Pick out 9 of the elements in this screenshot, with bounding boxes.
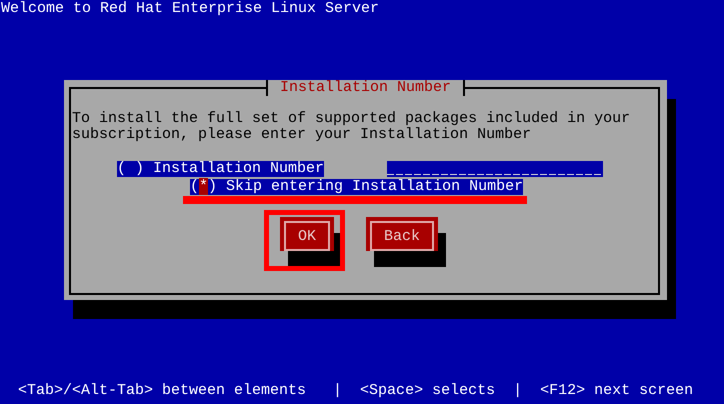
dialog-title: Installation Number: [266, 80, 466, 96]
radio-option[interactable]: ( ) Installation Number: [117, 161, 324, 177]
radio-option[interactable]: (*) Skip entering Installation Number: [190, 179, 524, 195]
screen-title: Welcome to Red Hat Enterprise Linux Server: [0, 0, 380, 17]
status-bar-hints: <Tab>/<Alt-Tab> between elements | <Space> selects | <F12> next screen: [18, 383, 694, 399]
dialog-button[interactable]: Back: [366, 217, 438, 251]
input-field[interactable]: [387, 161, 604, 177]
dialog-button[interactable]: OK: [280, 217, 334, 251]
dialog-message: To install the full set of supported packages included in your subscription, please enter your Installation Number: [72, 111, 632, 143]
